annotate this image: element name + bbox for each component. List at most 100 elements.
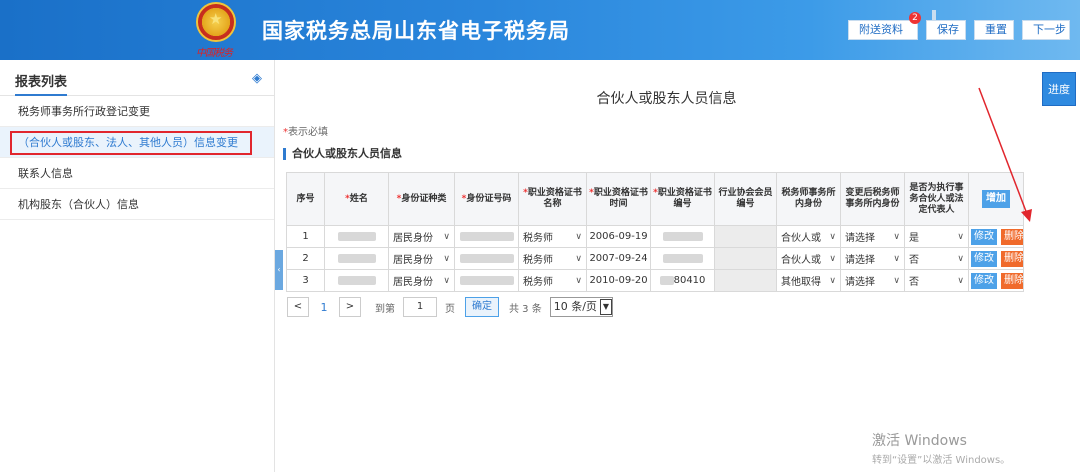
chevron-down-icon: ∨ [893,275,900,286]
current-page[interactable]: 1 [309,301,339,314]
goto-page-input[interactable]: 1 [403,297,437,317]
executive-select[interactable]: 是 ∨ [904,225,969,248]
required-note: *表示必填 [283,123,328,138]
pagination: < 1 > 到第 1 页 确定 共 3 条 10 条/页 ▼ [287,297,613,317]
sidebar-title: 报表列表 [15,71,68,96]
role-select[interactable]: 合伙人或 ∨ [776,225,841,248]
redacted-id-number [459,275,514,285]
attachments-button-label: 附送资料 [859,23,903,36]
column-header: 变更后税务师事务所内身份 [840,172,905,226]
redacted-cert-number [662,253,703,263]
sidebar-item-partner-info-change[interactable]: （合伙人或股东、法人、其他人员）信息变更 [0,127,274,158]
chevron-down-icon: ∨ [829,275,836,286]
redacted-name [337,253,376,263]
chevron-down-icon: ∨ [957,253,964,264]
goto-confirm-button[interactable]: 确定 [465,297,499,317]
column-header: *职业资格证书时间 [586,172,651,226]
next-page-button[interactable]: > [339,297,361,317]
chevron-down-icon: ∨ [829,231,836,242]
sidebar-item-contact-info[interactable]: 联系人信息 [0,158,274,189]
table-row: 2 居民身份 ∨ 税务师 ∨ 2007-09-24 合伙人或 ∨ 请选择 ∨ 否 ∨ 修改… [286,247,1024,270]
redacted-cert-number [659,275,674,285]
row-index: 3 [286,269,325,292]
id-number-cell[interactable] [454,269,519,292]
chevron-down-icon: ∨ [575,275,582,286]
id-number-cell[interactable] [454,247,519,270]
sidebar-header: 报表列表 ◈ [0,60,274,96]
new-role-select[interactable]: 请选择 ∨ [840,225,905,248]
activation-watermark-hint: 转到“设置”以激活 Windows。 [872,455,1011,466]
cert-name-select[interactable]: 税务师 ∨ [518,247,587,270]
edit-button[interactable]: 修改 [971,250,997,267]
page-unit-label: 页 [445,303,455,315]
chevron-down-icon: ∨ [443,253,450,264]
name-cell [324,247,389,270]
delete-button[interactable]: 删除 [1001,250,1023,267]
id-number-cell[interactable] [454,225,519,248]
attachments-button[interactable]: 附送资料 2 [848,12,921,40]
required-note-text: 表示必填 [288,127,328,138]
id-type-select[interactable]: 居民身份 ∨ [388,225,455,248]
row-actions: 修改 删除 [968,247,1024,270]
edit-button[interactable]: 修改 [971,272,997,289]
layers-icon[interactable]: ◈ [252,71,262,86]
executive-select[interactable]: 否 ∨ [904,247,969,270]
name-cell [324,225,389,248]
association-number-cell [714,225,777,248]
page-title: 合伙人或股东人员信息 [596,91,737,107]
delete-button[interactable]: 删除 [1001,272,1023,289]
site-title: 国家税务总局山东省电子税务局 [262,19,570,43]
cert-date-field[interactable]: 2006-09-19 [586,225,651,248]
next-step-button[interactable]: 下一步 [1022,20,1070,40]
cert-number-cell[interactable] [650,225,715,248]
redacted-id-number [459,231,514,241]
role-select[interactable]: 合伙人或 ∨ [776,247,841,270]
goto-label: 到第 [375,303,395,315]
cert-name-select[interactable]: 税务师 ∨ [518,225,587,248]
row-index: 1 [286,225,325,248]
delete-button[interactable]: 删除 [1001,228,1023,245]
add-row-button[interactable]: 增加 [982,190,1010,208]
new-role-select[interactable]: 请选择 ∨ [840,269,905,292]
name-cell [324,269,389,292]
sidebar-item-institutional-shareholders[interactable]: 机构股东（合伙人）信息 [0,189,274,220]
row-actions: 修改 删除 [968,269,1024,292]
total-count: 共 3 条 [509,303,542,315]
chevron-down-icon: ∨ [443,231,450,242]
section-title: 合伙人或股东人员信息 [283,148,402,160]
national-emblem-icon: ★ [196,2,236,42]
sidebar-collapse-handle[interactable]: ‹ [275,250,283,290]
column-header: *姓名 [324,172,389,226]
row-actions: 修改 删除 [968,225,1024,248]
chevron-down-icon: ∨ [957,231,964,242]
edit-button[interactable]: 修改 [971,228,997,245]
cert-number-cell[interactable] [650,247,715,270]
column-header: *职业资格证书编号 [650,172,715,226]
executive-select[interactable]: 否 ∨ [904,269,969,292]
column-header: 税务师事务所内身份 [776,172,841,226]
cert-date-field[interactable]: 2007-09-24 [586,247,651,270]
cert-date-field[interactable]: 2010-09-20 [586,269,651,292]
partner-table: 序号 *姓名 *身份证种类 *身份证号码 *职业资格证书名称 *职业资格证书时间… [286,172,1024,292]
chevron-down-icon: ∨ [957,275,964,286]
sidebar-item-registration-change[interactable]: 税务师事务所行政登记变更 [0,96,274,127]
column-header: *职业资格证书名称 [518,172,587,226]
add-column-header: 增加 [968,172,1024,226]
redacted-name [337,275,376,285]
reset-button[interactable]: 重置 [974,20,1014,40]
id-type-select[interactable]: 居民身份 ∨ [388,247,455,270]
column-header: *身份证种类 [388,172,455,226]
header-toolbar: 附送资料 2 保存 重置 下一步 [848,12,1070,40]
id-type-select[interactable]: 居民身份 ∨ [388,269,455,292]
cert-name-select[interactable]: 税务师 ∨ [518,269,587,292]
table-header-row: 序号 *姓名 *身份证种类 *身份证号码 *职业资格证书名称 *职业资格证书时间… [286,172,1024,226]
redacted-name [337,231,376,241]
role-select[interactable]: 其他取得 ∨ [776,269,841,292]
column-header: 行业协会会员编号 [714,172,777,226]
cert-number-cell[interactable]: 80410 [650,269,715,292]
new-role-select[interactable]: 请选择 ∨ [840,247,905,270]
prev-page-button[interactable]: < [287,297,309,317]
save-button[interactable]: 保存 [926,20,966,40]
table-row: 3 居民身份 ∨ 税务师 ∨ 2010-09-20 80410 其他取得 ∨ 请选择 ∨… [286,269,1024,292]
page-size-select[interactable]: 10 条/页 ▼ [549,297,613,317]
